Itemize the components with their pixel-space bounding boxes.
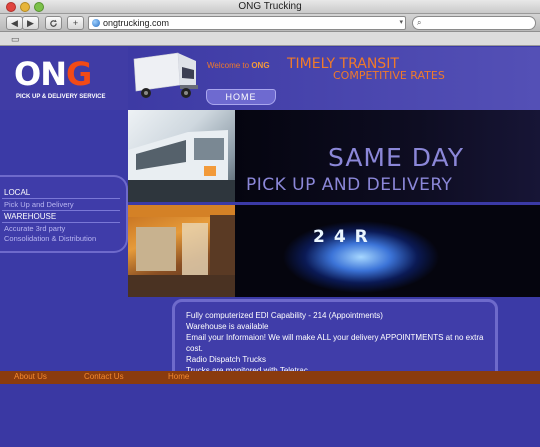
bookmarks-book-icon[interactable]: ▭: [11, 34, 20, 45]
warehouse-photo: [128, 205, 235, 297]
plus-icon: +: [72, 18, 79, 28]
side-menu: LOCAL Pick Up and Delivery WAREHOUSE Acc…: [0, 175, 128, 253]
menu-divider: [2, 210, 120, 211]
forward-button[interactable]: ▶: [22, 16, 39, 30]
welcome-text: Welcome to ONG: [207, 61, 270, 70]
info-radio-dispatch: Radio Dispatch Trucks: [186, 355, 267, 364]
footer-contact-link[interactable]: Contact Us: [84, 372, 124, 381]
url-text: ongtrucking.com: [103, 18, 170, 28]
bookmarks-bar: ▭: [0, 32, 540, 46]
back-button[interactable]: ◀: [6, 16, 23, 30]
site-globe-icon: [92, 19, 100, 27]
search-icon: ⌕: [417, 18, 422, 27]
same-day-heading: SAME DAY: [328, 143, 464, 172]
welcome-brand: ONG: [251, 61, 270, 70]
reload-icon: [50, 19, 57, 27]
forward-arrow-icon: ▶: [27, 18, 34, 28]
warehouse-illustration: [128, 205, 235, 297]
reload-button[interactable]: [45, 16, 62, 30]
url-dropdown-icon[interactable]: ▾: [399, 17, 403, 29]
back-arrow-icon: ◀: [11, 18, 18, 28]
dial-label: 24R: [313, 227, 377, 247]
add-bookmark-button[interactable]: +: [67, 16, 84, 30]
address-bar[interactable]: ongtrucking.com ▾: [88, 16, 406, 30]
truck-cab-illustration: [128, 130, 235, 202]
info-edi: Fully computerized EDI Capability - 214 …: [186, 311, 383, 320]
logo-area[interactable]: ONG PICK UP & DELIVERY SERVICE: [0, 47, 128, 110]
site-header: ONG PICK UP & DELIVERY SERVICE Welcome t…: [0, 47, 540, 110]
menu-local[interactable]: LOCAL: [4, 188, 30, 197]
logo: ONG: [14, 55, 92, 93]
page-bottom-area: [0, 384, 540, 447]
menu-consolidation[interactable]: Consolidation & Distribution: [4, 234, 96, 243]
menu-accurate-3rd-party[interactable]: Accurate 3rd party: [4, 224, 65, 233]
search-field[interactable]: ⌕: [412, 16, 536, 30]
24-hour-dial-image: 24R: [235, 205, 540, 297]
menu-warehouse[interactable]: WAREHOUSE: [4, 212, 56, 221]
window-titlebar: ONG Trucking: [0, 0, 540, 14]
menu-pickup-delivery[interactable]: Pick Up and Delivery: [4, 200, 74, 209]
web-page: ONG PICK UP & DELIVERY SERVICE Welcome t…: [0, 47, 540, 447]
logo-subtitle: PICK UP & DELIVERY SERVICE: [16, 94, 106, 100]
truck-cab-photo: [128, 110, 235, 202]
menu-divider: [2, 198, 120, 199]
menu-divider: [2, 222, 120, 223]
home-tab[interactable]: HOME: [206, 89, 276, 105]
footer-nav: About Us Contact Us Home: [0, 371, 540, 384]
footer-about-link[interactable]: About Us: [14, 372, 47, 381]
welcome-prefix: Welcome to: [207, 61, 250, 70]
tagline-competitive-rates: COMPETITIVE RATES: [333, 69, 445, 82]
box-truck-image: [133, 52, 198, 98]
browser-toolbar: ◀ ▶ + ongtrucking.com ▾ ⌕: [0, 14, 540, 32]
window-title: ONG Trucking: [238, 1, 302, 12]
logo-text: ONG: [14, 55, 92, 93]
info-email-cont: cost.: [186, 344, 203, 353]
logo-g-letter: G: [65, 55, 92, 93]
info-email: Email your Informaion! We will make ALL …: [186, 333, 484, 342]
pickup-delivery-heading: PICK UP AND DELIVERY: [246, 175, 453, 195]
info-warehouse: Warehouse is available: [186, 322, 269, 331]
footer-home-link[interactable]: Home: [168, 372, 189, 381]
